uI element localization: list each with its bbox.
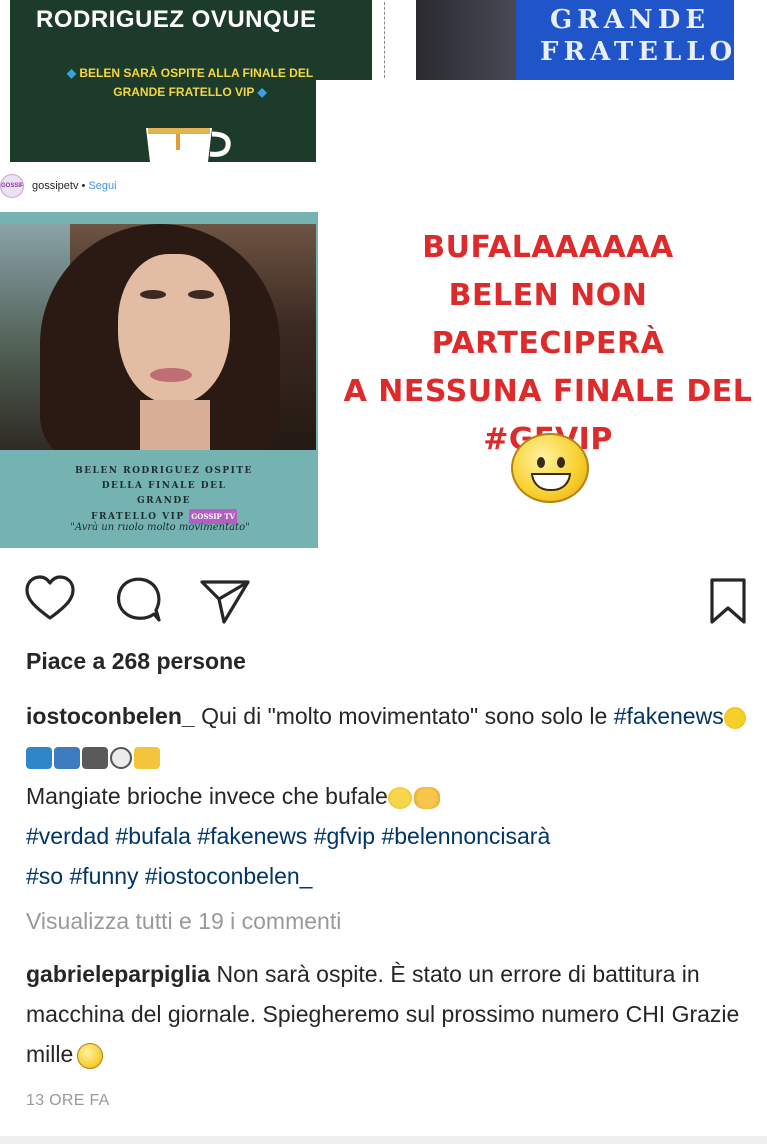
view-all-comments-link[interactable]: Visualizza tutti e 19 i commenti: [26, 908, 341, 935]
photo-eye: [140, 290, 166, 299]
follow-link: Segui: [88, 180, 117, 192]
send-icon[interactable]: [196, 572, 252, 628]
news-subheadline: ◆ BELEN SARÀ OSPITE ALLA FINALE DEL GRAN…: [40, 64, 340, 102]
smiley-mouth: [531, 473, 571, 491]
person-silhouette: [416, 0, 526, 80]
caption-text: Qui di "molto movimentato" sono solo le: [194, 703, 614, 729]
smiley-eye: [557, 457, 565, 468]
post-image[interactable]: RODRIGUEZ OVUNQUE ◆ BELEN SARÀ OSPITE AL…: [0, 0, 767, 560]
hugging-face-icon: [413, 786, 440, 809]
tv-logo-line1: GRANDE: [549, 5, 711, 35]
portrait-photo: [0, 224, 316, 450]
likes-number: 268: [111, 648, 151, 674]
embedded-caption-line3: FRATELLO VIP: [91, 512, 185, 522]
grinning-face-icon: [511, 433, 589, 503]
comment-username[interactable]: gabrieleparpiglia: [26, 961, 210, 987]
smiling-face-icon: [77, 1042, 104, 1069]
separator-dot: •: [78, 180, 89, 192]
computer-icon: [54, 746, 80, 769]
post-timestamp: 13 ORE FA: [26, 1092, 110, 1109]
embedded-photo: [0, 212, 318, 450]
likes-prefix: Piace a: [26, 648, 112, 674]
news-headline: RODRIGUEZ OVUNQUE: [36, 6, 317, 33]
comment-icon[interactable]: [110, 572, 166, 628]
hashtags-line2[interactable]: #so #funny #iostoconbelen_: [26, 863, 312, 889]
red-annotation-line3: A NESSUNA FINALE DEL: [343, 374, 753, 409]
divider: [0, 1136, 767, 1144]
coffee-cup-icon: [146, 128, 231, 162]
news-sub-line1: BELEN SARÀ OSPITE ALLA FINALE DEL: [79, 66, 314, 80]
red-annotation: BUFALAAAAAA BELEN NON PARTECIPERÀ A NESS…: [338, 224, 758, 464]
photo-neck: [140, 400, 210, 450]
likes-count[interactable]: Piace a 268 persone: [26, 648, 246, 675]
caption-username[interactable]: iostoconbelen_: [26, 703, 195, 729]
hashtag-link[interactable]: #fakenews: [614, 703, 724, 729]
videocassette-icon: [82, 746, 108, 769]
red-annotation-line2: BELEN NON PARTECIPERÀ: [431, 278, 665, 361]
electric-plug-icon: [134, 746, 160, 769]
embedded-post-screenshot: GOSSIP gossipetv • Segui BELEN RODRIGUEZ…: [0, 162, 318, 548]
diamond-icon: ◆: [66, 66, 77, 80]
embedded-caption-panel: BELEN RODRIGUEZ OSPITE DELLA FINALE DEL …: [0, 450, 318, 548]
photo-lips: [150, 368, 192, 382]
embedded-caption-line2: DELLA FINALE DEL GRANDE: [101, 481, 227, 506]
hashtags-line1[interactable]: #verdad #bufala #fakenews #gfvip #belenn…: [26, 823, 550, 849]
tv-show-logo: GRANDE FRATELLO: [540, 4, 732, 68]
tv-logo-line2: FRATELLO: [540, 37, 734, 67]
red-annotation-line1: BUFALAAAAAA: [422, 230, 674, 265]
embedded-caption-line1: BELEN RODRIGUEZ OSPITE: [75, 466, 253, 476]
news-sub-line2: GRANDE FRATELLO VIP: [113, 85, 255, 99]
smiley-eye: [537, 457, 545, 468]
heart-icon[interactable]: [22, 572, 78, 628]
post-caption: iostoconbelen_ Qui di "molto movimentato…: [26, 696, 756, 896]
satellite-dish-icon: [110, 746, 132, 769]
embedded-post-header: GOSSIP gossipetv • Segui: [0, 162, 318, 212]
photo-eye: [188, 290, 214, 299]
embedded-caption: BELEN RODRIGUEZ OSPITE DELLA FINALE DEL …: [74, 464, 254, 525]
smiling-face-icon: [387, 786, 412, 809]
avatar: GOSSIP: [0, 174, 24, 198]
bookmark-icon[interactable]: [700, 572, 756, 628]
comment: gabrieleparpiglia Non sarà ospite. È sta…: [26, 954, 746, 1074]
winking-face-icon: [723, 706, 746, 729]
post-action-bar: [0, 568, 767, 632]
embedded-username: gossipetv • Segui: [32, 180, 117, 192]
diamond-icon: ◆: [257, 85, 267, 99]
divider: [384, 2, 385, 78]
caption-line3: Mangiate brioche invece che bufale: [26, 783, 388, 809]
embedded-quote: "Avrà un ruolo molto movimentato": [70, 522, 250, 533]
likes-suffix: persone: [150, 648, 246, 674]
embedded-username-text: gossipetv: [32, 180, 79, 192]
telephone-icon: [26, 746, 52, 769]
tv-show-card: GRANDE FRATELLO: [416, 0, 734, 80]
